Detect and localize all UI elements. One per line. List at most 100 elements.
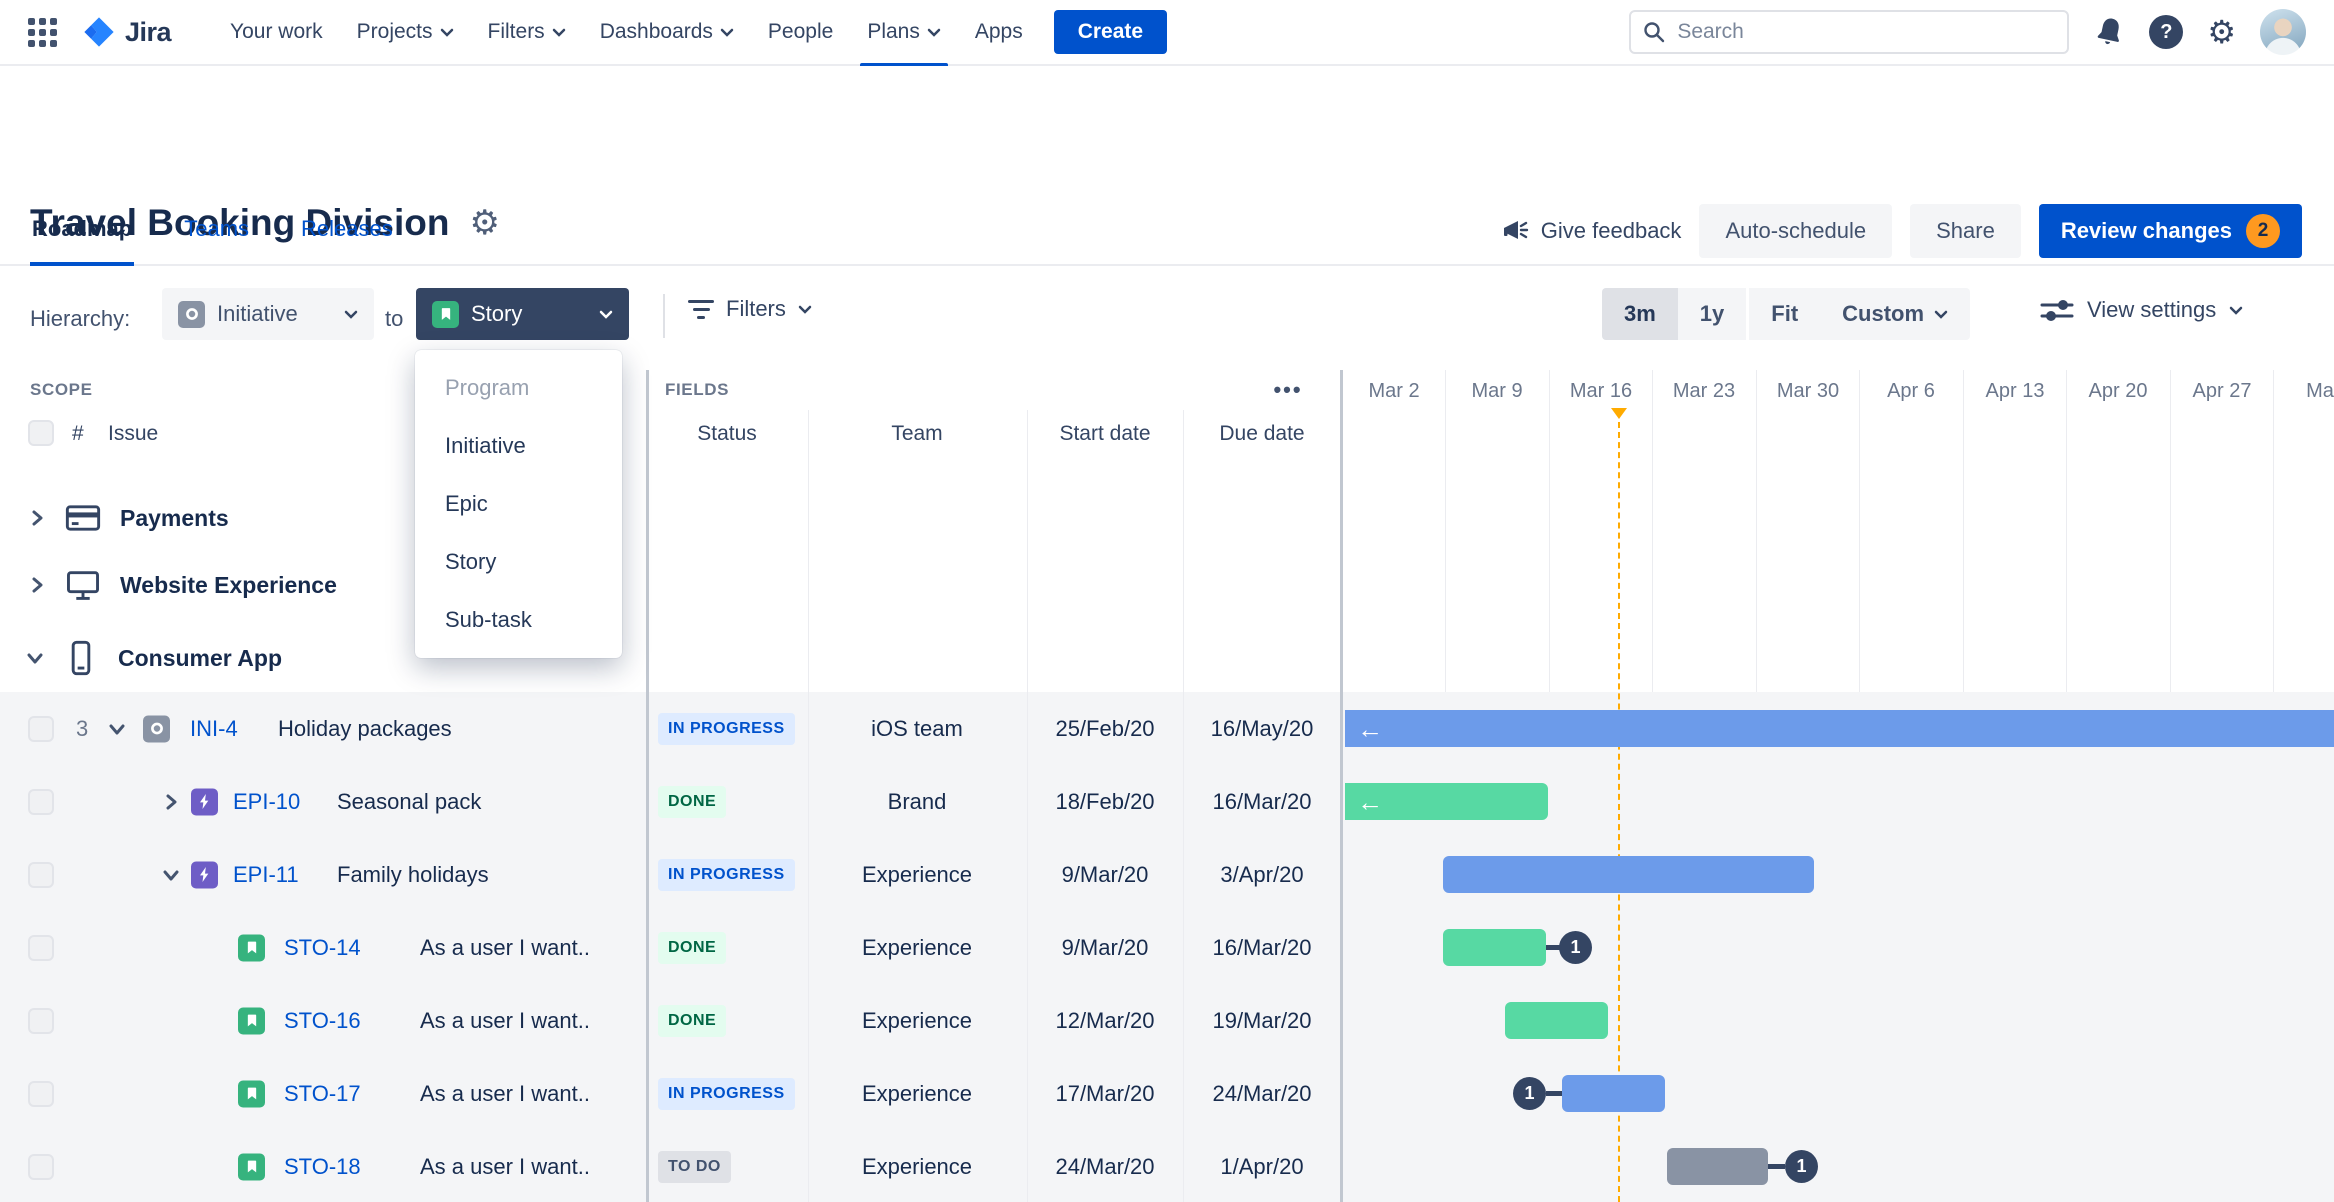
row-checkbox[interactable] <box>28 1007 54 1034</box>
chevron-down-icon[interactable] <box>160 864 182 886</box>
issue-key-link[interactable]: STO-18 <box>284 1154 361 1180</box>
tab-teams[interactable]: Teams <box>182 216 251 264</box>
group-row-consumer-app[interactable]: Consumer App <box>0 629 1342 687</box>
gantt-bar-sto-14[interactable] <box>1443 929 1546 966</box>
chevron-down-icon[interactable] <box>24 647 46 669</box>
issue-row-epi-10[interactable]: EPI-10 Seasonal pack DONE Brand 18/Feb/2… <box>0 765 2334 838</box>
help-button[interactable]: ? <box>2149 15 2184 49</box>
search-input[interactable] <box>1629 10 2070 54</box>
issue-row-sto-17[interactable]: STO-17 As a user I want.. IN PROGRESS Ex… <box>0 1057 2334 1130</box>
nav-item-dashboards[interactable]: Dashboards <box>583 0 751 65</box>
create-button[interactable]: Create <box>1053 10 1168 54</box>
start-date-cell[interactable]: 17/Mar/20 <box>1055 1081 1154 1107</box>
row-checkbox[interactable] <box>28 1153 54 1180</box>
notifications-button[interactable] <box>2095 16 2125 48</box>
auto-schedule-button[interactable]: Auto-schedule <box>1699 204 1893 258</box>
start-date-cell[interactable]: 9/Mar/20 <box>1062 862 1149 888</box>
team-cell[interactable]: Experience <box>862 1081 972 1107</box>
filters-button[interactable]: Filters <box>688 296 812 322</box>
issue-row-sto-18[interactable]: STO-18 As a user I want.. TO DO Experien… <box>0 1130 2334 1202</box>
issue-key-link[interactable]: STO-16 <box>284 1008 361 1034</box>
start-date-cell[interactable]: 12/Mar/20 <box>1055 1008 1154 1034</box>
issue-row-sto-16[interactable]: STO-16 As a user I want.. DONE Experienc… <box>0 984 2334 1057</box>
row-checkbox[interactable] <box>28 934 54 961</box>
select-all-checkbox[interactable] <box>28 420 54 446</box>
dependency-badge[interactable]: 1 <box>1785 1150 1818 1183</box>
zoom-custom-button[interactable]: Custom <box>1820 288 1971 340</box>
due-date-cell[interactable]: 16/Mar/20 <box>1212 935 1311 961</box>
app-switcher-icon[interactable] <box>28 17 57 47</box>
gantt-bar-sto-17[interactable] <box>1562 1075 1665 1112</box>
fields-more-button[interactable]: ••• <box>1266 372 1310 408</box>
issue-title[interactable]: Holiday packages <box>278 716 452 742</box>
status-badge[interactable]: TO DO <box>658 1150 731 1183</box>
start-date-cell[interactable]: 9/Mar/20 <box>1062 935 1149 961</box>
team-cell[interactable]: iOS team <box>871 716 963 742</box>
row-checkbox[interactable] <box>28 715 54 742</box>
nav-item-plans[interactable]: Plans <box>850 0 958 67</box>
due-date-cell[interactable]: 19/Mar/20 <box>1212 1008 1311 1034</box>
chevron-right-icon[interactable] <box>26 507 48 529</box>
issue-title[interactable]: Family holidays <box>337 862 489 888</box>
issue-key-link[interactable]: STO-14 <box>284 935 361 961</box>
chevron-down-icon[interactable] <box>106 718 128 740</box>
team-cell[interactable]: Brand <box>888 789 947 815</box>
due-date-cell[interactable]: 3/Apr/20 <box>1220 862 1303 888</box>
status-badge[interactable]: IN PROGRESS <box>658 858 795 891</box>
issue-title[interactable]: As a user I want.. <box>420 1008 590 1034</box>
status-badge[interactable]: DONE <box>658 931 727 964</box>
status-badge[interactable]: DONE <box>658 785 727 818</box>
tab-releases[interactable]: Releases <box>299 216 395 264</box>
due-date-cell[interactable]: 1/Apr/20 <box>1220 1154 1303 1180</box>
dependency-badge[interactable]: 1 <box>1513 1077 1546 1110</box>
view-settings-button[interactable]: View settings <box>2040 296 2243 324</box>
nav-item-your-work[interactable]: Your work <box>213 0 340 65</box>
issue-title[interactable]: As a user I want.. <box>420 1154 590 1180</box>
tab-roadmap[interactable]: Roadmap <box>30 216 135 266</box>
nav-item-apps[interactable]: Apps <box>958 0 1040 65</box>
issue-row-sto-14[interactable]: STO-14 As a user I want.. DONE Experienc… <box>0 911 2334 984</box>
hierarchy-from-dropdown[interactable]: Initiative <box>162 288 374 340</box>
menu-item-program[interactable]: Program <box>415 359 622 417</box>
row-checkbox[interactable] <box>28 788 54 815</box>
column-header-start-date[interactable]: Start date <box>1059 422 1150 446</box>
hierarchy-to-dropdown[interactable]: Story <box>416 288 629 340</box>
zoom-fit-button[interactable]: Fit <box>1749 288 1821 340</box>
gantt-bar-ini-4[interactable]: ← <box>1345 710 2334 747</box>
due-date-cell[interactable]: 24/Mar/20 <box>1212 1081 1311 1107</box>
issue-key-link[interactable]: STO-17 <box>284 1081 361 1107</box>
review-changes-button[interactable]: Review changes 2 <box>2038 204 2302 258</box>
column-header-due-date[interactable]: Due date <box>1219 422 1304 446</box>
due-date-cell[interactable]: 16/Mar/20 <box>1212 789 1311 815</box>
issue-row-epi-11[interactable]: EPI-11 Family holidays IN PROGRESS Exper… <box>0 838 2334 911</box>
column-header-team[interactable]: Team <box>891 422 942 446</box>
issue-key-link[interactable]: INI-4 <box>190 716 238 742</box>
nav-item-filters[interactable]: Filters <box>471 0 583 65</box>
plan-settings-gear-icon[interactable]: ⚙ <box>469 203 499 243</box>
issue-title[interactable]: As a user I want.. <box>420 935 590 961</box>
jira-logo[interactable]: Jira <box>81 14 172 50</box>
column-header-status[interactable]: Status <box>697 422 757 446</box>
group-row-payments[interactable]: Payments <box>0 489 1342 547</box>
menu-item-sub-task[interactable]: Sub-task <box>415 591 622 649</box>
menu-item-epic[interactable]: Epic <box>415 475 622 533</box>
start-date-cell[interactable]: 24/Mar/20 <box>1055 1154 1154 1180</box>
nav-item-people[interactable]: People <box>751 0 850 65</box>
team-cell[interactable]: Experience <box>862 935 972 961</box>
row-checkbox[interactable] <box>28 1080 54 1107</box>
chevron-right-icon[interactable] <box>160 791 182 813</box>
menu-item-story[interactable]: Story <box>415 533 622 591</box>
settings-button[interactable]: ⚙ <box>2207 16 2236 48</box>
issue-title[interactable]: Seasonal pack <box>337 789 481 815</box>
dependency-badge[interactable]: 1 <box>1559 931 1592 964</box>
team-cell[interactable]: Experience <box>862 862 972 888</box>
zoom-1y-button[interactable]: 1y <box>1677 288 1747 340</box>
team-cell[interactable]: Experience <box>862 1008 972 1034</box>
team-cell[interactable]: Experience <box>862 1154 972 1180</box>
row-checkbox[interactable] <box>28 861 54 888</box>
gantt-bar-sto-16[interactable] <box>1505 1002 1608 1039</box>
menu-item-initiative[interactable]: Initiative <box>415 417 622 475</box>
issue-key-link[interactable]: EPI-10 <box>233 789 300 815</box>
status-badge[interactable]: IN PROGRESS <box>658 1077 795 1110</box>
chevron-right-icon[interactable] <box>26 574 48 596</box>
